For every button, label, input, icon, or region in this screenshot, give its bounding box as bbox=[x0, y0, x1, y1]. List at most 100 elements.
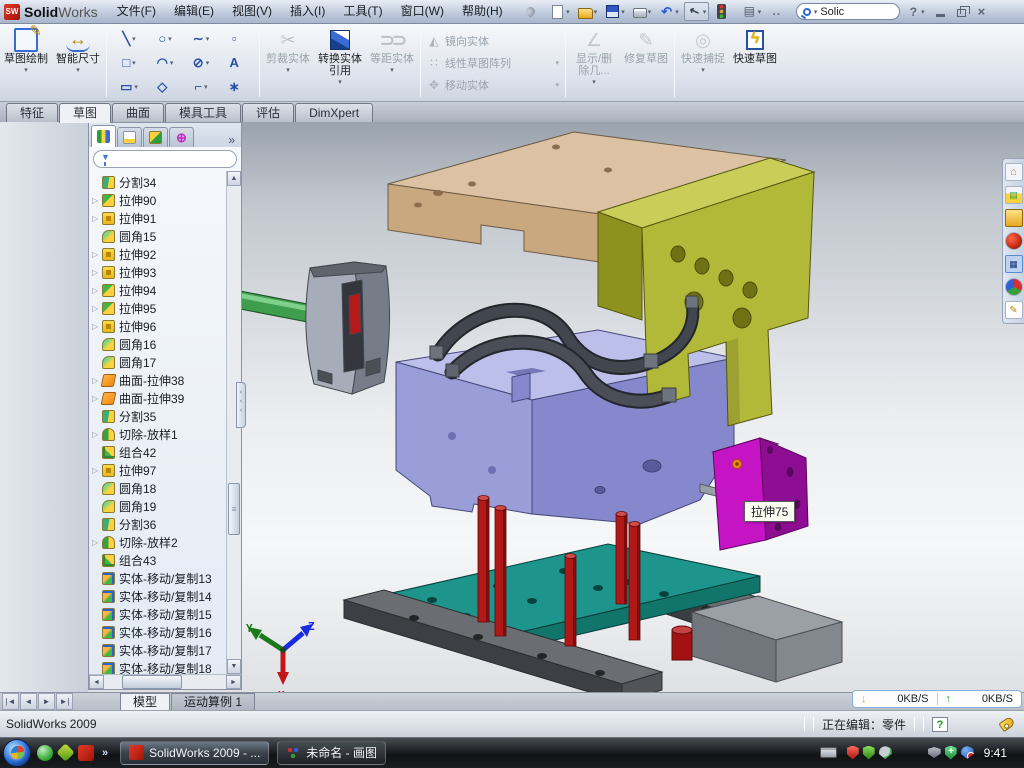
tree-filter-input[interactable]: ▼ bbox=[93, 150, 237, 168]
tray-icon[interactable] bbox=[847, 746, 859, 760]
dropdown-arrow-icon[interactable]: ▾ bbox=[168, 35, 172, 43]
expand-arrow-icon[interactable]: ▷ bbox=[92, 214, 102, 223]
stack-button[interactable]: ◭ 镜向实体 ▾ bbox=[427, 31, 559, 51]
task-pane-button[interactable]: ⌂ bbox=[1005, 163, 1023, 181]
tray-icon[interactable] bbox=[945, 746, 957, 760]
scroll-left-icon[interactable]: ◄ bbox=[89, 675, 104, 689]
menu-item[interactable]: 编辑(E) bbox=[165, 0, 223, 23]
scroll-down-icon[interactable]: ▼ bbox=[227, 659, 241, 674]
menu-item[interactable]: 视图(V) bbox=[223, 0, 281, 23]
sketch-entity-button[interactable]: ◇ ▾ bbox=[147, 75, 183, 99]
tree-item[interactable]: ▷ 实体-移动/复制15 bbox=[89, 605, 226, 623]
search-dropdown-icon[interactable]: ▾ bbox=[814, 8, 818, 16]
tab-propertymanager[interactable] bbox=[117, 127, 142, 147]
expand-arrow-icon[interactable]: ▷ bbox=[92, 304, 102, 313]
dropdown-arrow-icon[interactable]: ▾ bbox=[170, 59, 174, 67]
command-tab[interactable]: 评估 bbox=[242, 103, 294, 122]
tree-item[interactable]: ▷ 拉伸93 bbox=[89, 263, 226, 281]
keyboard-layout-icon[interactable] bbox=[820, 747, 837, 758]
sketch-entity-button[interactable]: ∗ ▾ bbox=[219, 75, 255, 99]
sketch-entity-button[interactable]: ○ ▾ bbox=[147, 27, 183, 51]
tab-prev-icon[interactable]: ◄ bbox=[20, 693, 37, 710]
tree-item[interactable]: ▷ 圆角19 bbox=[89, 497, 226, 515]
dropdown-arrow-icon[interactable]: ▾ bbox=[758, 8, 762, 16]
rapid-sketch-button[interactable]: 快速草图 bbox=[729, 24, 781, 101]
close-icon[interactable]: × bbox=[978, 5, 986, 19]
3d-clamp-block[interactable] bbox=[306, 262, 390, 394]
scrollbar-thumb[interactable] bbox=[228, 483, 240, 535]
task-pane-button[interactable]: ✎ bbox=[1005, 301, 1023, 319]
tree-item[interactable]: ▷ 切除-放样2 bbox=[89, 533, 226, 551]
toolbar-button[interactable]: ▾ bbox=[547, 3, 573, 21]
toolbar-button[interactable]: .. ▾ bbox=[766, 2, 792, 21]
tree-item[interactable]: ▷ 圆角16 bbox=[89, 335, 226, 353]
quick-launch-icon[interactable] bbox=[56, 743, 74, 761]
toolbar-button[interactable]: ▤ ▾ bbox=[739, 2, 765, 21]
tree-item[interactable]: ▷ 实体-移动/复制17 bbox=[89, 641, 226, 659]
sketch-entity-button[interactable]: A ▾ bbox=[219, 51, 255, 75]
tree-item[interactable]: ▷ 曲面-拉伸39 bbox=[89, 389, 226, 407]
tab-first-icon[interactable]: |◄ bbox=[2, 693, 19, 710]
dropdown-arrow-icon[interactable]: ▾ bbox=[621, 8, 625, 16]
toolbar-button[interactable]: ▾ bbox=[711, 2, 737, 21]
command-tab[interactable]: 草图 bbox=[59, 103, 111, 123]
tree-item[interactable]: ▷ 拉伸92 bbox=[89, 245, 226, 263]
command-tab[interactable]: 模具工具 bbox=[165, 103, 241, 122]
tree-item[interactable]: ▷ 实体-移动/复制14 bbox=[89, 587, 226, 605]
quick-tips-icon[interactable]: ? bbox=[932, 717, 948, 732]
toolbar-button[interactable]: ▾ bbox=[602, 2, 628, 21]
dropdown-arrow-icon[interactable]: ▾ bbox=[566, 8, 570, 16]
restore-icon[interactable] bbox=[957, 9, 966, 17]
dropdown-arrow-icon[interactable]: ▾ bbox=[24, 66, 28, 74]
tree-item[interactable]: ▷ 圆角18 bbox=[89, 479, 226, 497]
toolbar-button[interactable]: ▾ bbox=[575, 3, 601, 21]
sketch-entity-button[interactable]: ╲ ▾ bbox=[111, 27, 147, 51]
tree-item[interactable]: ▷ 拉伸96 bbox=[89, 317, 226, 335]
sketch-entity-button[interactable]: ◠ ▾ bbox=[147, 51, 183, 75]
manager-tabs-overflow[interactable]: » bbox=[224, 133, 239, 147]
dropdown-arrow-icon[interactable]: ▾ bbox=[204, 83, 208, 91]
tray-icon[interactable] bbox=[928, 747, 941, 758]
toolbar-button[interactable]: ▾ bbox=[520, 2, 546, 21]
sketch-entity-button[interactable]: ∼ ▾ bbox=[183, 27, 219, 51]
start-button[interactable] bbox=[3, 739, 31, 767]
tree-item[interactable]: ▷ 分割36 bbox=[89, 515, 226, 533]
3d-insert-block[interactable] bbox=[713, 438, 808, 550]
tray-icon[interactable] bbox=[961, 746, 974, 759]
sketch-button[interactable]: 草图绘制 ▾ bbox=[0, 24, 52, 101]
expand-arrow-icon[interactable]: ▷ bbox=[92, 430, 102, 439]
expand-arrow-icon[interactable]: ▷ bbox=[92, 286, 102, 295]
toolbar-button[interactable]: ↶ ▾ bbox=[656, 2, 682, 21]
tray-icon[interactable] bbox=[912, 746, 924, 760]
tray-icon[interactable] bbox=[863, 746, 875, 760]
expand-arrow-icon[interactable]: ▷ bbox=[92, 466, 102, 475]
dropdown-arrow-icon[interactable]: ▾ bbox=[206, 35, 210, 43]
toolbar-button[interactable]: ▾ bbox=[630, 3, 655, 20]
tray-icon[interactable] bbox=[879, 746, 892, 759]
tree-item[interactable]: ▷ 拉伸95 bbox=[89, 299, 226, 317]
tree-item[interactable]: ▷ 圆角17 bbox=[89, 353, 226, 371]
taskbar-clock[interactable]: 9:41 bbox=[978, 746, 1015, 760]
sketch-entity-button[interactable]: □ ▾ bbox=[111, 51, 147, 75]
document-tab[interactable]: 运动算例 1 bbox=[171, 693, 255, 710]
dropdown-arrow-icon[interactable]: ▾ bbox=[338, 78, 342, 86]
dropdown-arrow-icon[interactable]: ▾ bbox=[132, 59, 136, 67]
tab-dimxpertmanager[interactable]: ⊕ bbox=[169, 127, 194, 147]
minimize-icon[interactable] bbox=[936, 14, 945, 17]
tree-item[interactable]: ▷ 曲面-拉伸38 bbox=[89, 371, 226, 389]
taskbar-window-button[interactable]: 未命名 - 画图 bbox=[277, 741, 386, 765]
expand-arrow-icon[interactable]: ▷ bbox=[92, 250, 102, 259]
toolbar-button[interactable]: ↖ ▾ bbox=[684, 2, 710, 21]
tab-last-icon[interactable]: ►| bbox=[56, 693, 73, 710]
dropdown-arrow-icon[interactable]: ▾ bbox=[206, 59, 210, 67]
stack-button[interactable]: ∷ 线性草图阵列 ▾ bbox=[427, 53, 559, 73]
repair-sketch-button[interactable]: ✎ 修复草图 bbox=[620, 24, 672, 101]
tree-item[interactable]: ▷ 实体-移动/复制16 bbox=[89, 623, 226, 641]
dropdown-arrow-icon[interactable]: ▾ bbox=[76, 66, 80, 74]
sketch-entity-button[interactable]: ▫ ▾ bbox=[219, 27, 255, 51]
tree-item[interactable]: ▷ 实体-移动/复制18 bbox=[89, 659, 226, 674]
task-pane-button[interactable] bbox=[1005, 209, 1023, 227]
tab-featuremanager[interactable] bbox=[91, 125, 116, 147]
menu-item[interactable]: 文件(F) bbox=[108, 0, 165, 23]
command-tab[interactable]: 曲面 bbox=[112, 103, 164, 122]
